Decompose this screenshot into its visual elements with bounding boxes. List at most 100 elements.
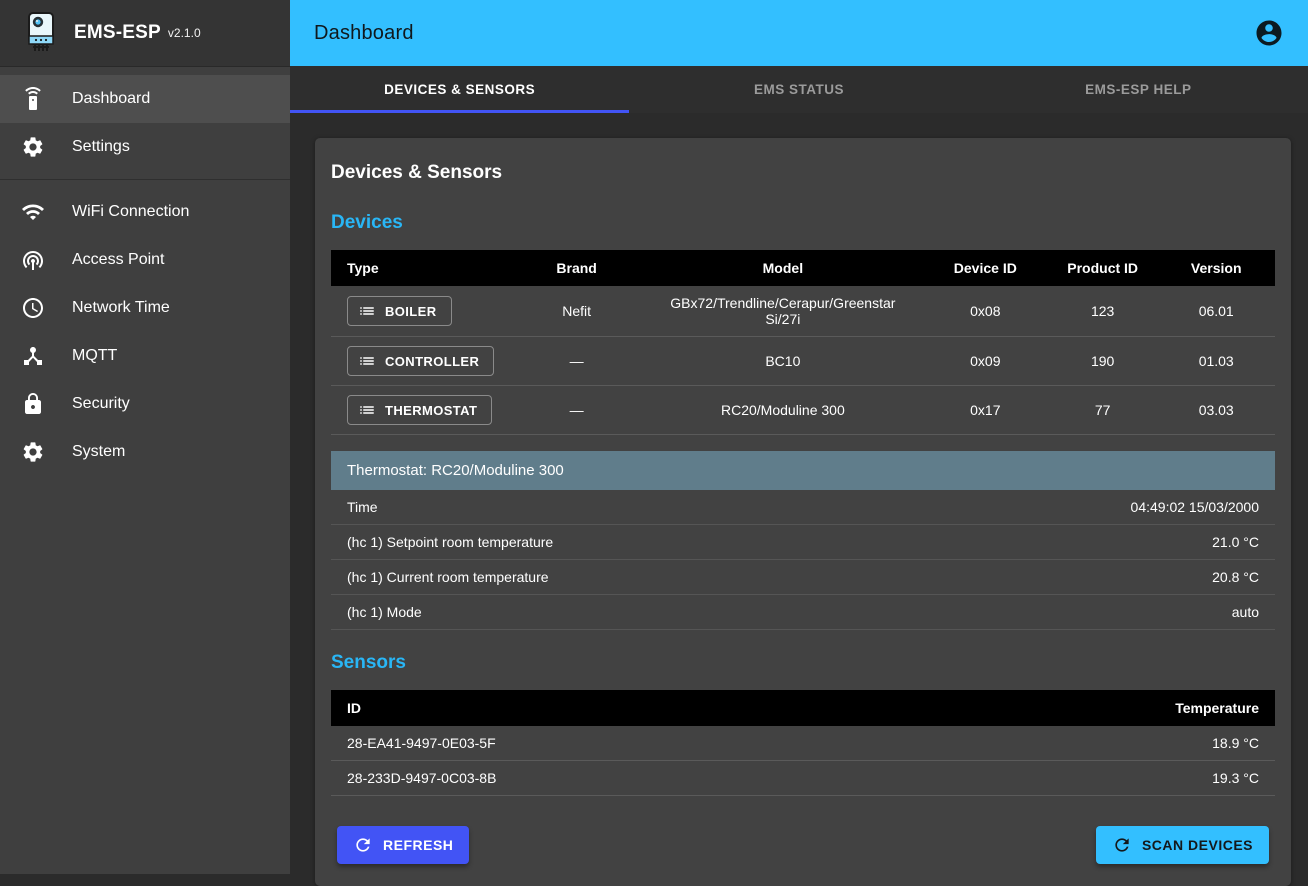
gear-icon [21,440,45,464]
device-brand: Nefit [510,286,643,337]
column-header-product-id: Product ID [1048,250,1158,286]
device-product-id: 190 [1048,337,1158,386]
device-id: 0x17 [923,386,1048,435]
clock-icon [21,296,45,320]
detail-row: (hc 1) Setpoint room temperature 21.0 °C [331,525,1275,560]
device-row-boiler: BOILER Nefit GBx72/Trendline/Cerapur/Gre… [331,286,1275,337]
sensor-row: 28-EA41-9497-0E03-5F 18.9 °C [331,726,1275,761]
detail-row: (hc 1) Mode auto [331,595,1275,630]
sidebar-nav: Dashboard Settings WiFi Connection Acces [0,67,290,476]
sidebar-item-system[interactable]: System [0,428,290,476]
sidebar-item-wifi-connection[interactable]: WiFi Connection [0,188,290,236]
sidebar-section-divider [0,179,290,180]
tab-label: EMS-ESP HELP [1085,82,1191,97]
device-model: GBx72/Trendline/Cerapur/Greenstar Si/27i [643,286,923,337]
tab-ems-esp-help[interactable]: EMS-ESP HELP [969,66,1308,113]
device-details-header: Thermostat: RC20/Moduline 300 [331,451,1275,490]
device-type-button-controller[interactable]: CONTROLLER [347,346,494,376]
sidebar-item-label: Security [72,395,130,413]
tab-devices-sensors[interactable]: DEVICES & SENSORS [290,66,629,113]
device-id: 0x08 [923,286,1048,337]
device-version: 06.01 [1157,286,1275,337]
detail-value: auto [1232,604,1259,620]
sidebar-item-label: Access Point [72,251,164,269]
device-brand: — [510,386,643,435]
account-circle-icon[interactable] [1254,18,1284,48]
list-icon [358,302,376,320]
settings-remote-icon [21,87,45,111]
detail-row: Time 04:49:02 15/03/2000 [331,490,1275,525]
sensor-temperature: 19.3 °C [907,761,1275,796]
refresh-icon [353,835,373,855]
device-row-thermostat: THERMOSTAT — RC20/Moduline 300 0x17 77 0… [331,386,1275,435]
device-type-label: BOILER [385,304,437,319]
device-type-button-boiler[interactable]: BOILER [347,296,452,326]
device-model: BC10 [643,337,923,386]
refresh-button-label: REFRESH [383,837,453,853]
sensor-row: 28-233D-9497-0C03-8B 19.3 °C [331,761,1275,796]
sidebar-item-settings[interactable]: Settings [0,123,290,171]
scan-devices-button[interactable]: SCAN DEVICES [1096,826,1269,864]
sidebar-item-label: MQTT [72,347,117,365]
appbar: Dashboard [290,0,1308,66]
lock-icon [21,392,45,416]
ems-esp-logo-icon [22,10,60,56]
device-model: RC20/Moduline 300 [643,386,923,435]
content-area: Devices & Sensors Devices Type Brand Mod… [290,113,1308,886]
app-name: EMS-ESP [74,22,161,44]
device-id: 0x09 [923,337,1048,386]
sensor-id: 28-EA41-9497-0E03-5F [331,726,907,761]
device-hub-icon [21,344,45,368]
device-type-label: CONTROLLER [385,354,479,369]
devices-table-header-row: Type Brand Model Device ID Product ID Ve… [331,250,1275,286]
sensors-table-header-row: ID Temperature [331,690,1275,726]
sidebar-item-label: WiFi Connection [72,203,189,221]
refresh-icon [1112,835,1132,855]
devices-sensors-card: Devices & Sensors Devices Type Brand Mod… [315,138,1291,886]
refresh-button[interactable]: REFRESH [337,826,469,864]
device-version: 03.03 [1157,386,1275,435]
tab-ems-status[interactable]: EMS STATUS [629,66,968,113]
sidebar-item-mqtt[interactable]: MQTT [0,332,290,380]
detail-value: 20.8 °C [1212,569,1259,585]
sidebar-item-label: Dashboard [72,90,150,108]
sidebar-item-dashboard[interactable]: Dashboard [0,75,290,123]
tab-label: EMS STATUS [754,82,844,97]
sidebar-item-access-point[interactable]: Access Point [0,236,290,284]
column-header-temperature: Temperature [907,690,1275,726]
page-title: Dashboard [314,22,414,45]
device-product-id: 77 [1048,386,1158,435]
wifi-icon [21,200,45,224]
device-details-list: Time 04:49:02 15/03/2000 (hc 1) Setpoint… [331,490,1275,630]
detail-label: (hc 1) Mode [347,604,422,620]
list-icon [358,401,376,419]
sidebar: EMS-ESP v2.1.0 Dashboard Settings [0,0,290,874]
device-brand: — [510,337,643,386]
column-header-device-id: Device ID [923,250,1048,286]
main-column: Dashboard DEVICES & SENSORS EMS STATUS E… [290,0,1308,874]
column-header-type: Type [331,250,510,286]
device-type-button-thermostat[interactable]: THERMOSTAT [347,395,492,425]
sidebar-item-security[interactable]: Security [0,380,290,428]
tab-bar: DEVICES & SENSORS EMS STATUS EMS-ESP HEL… [290,66,1308,113]
detail-value: 04:49:02 15/03/2000 [1131,499,1259,515]
sidebar-header: EMS-ESP v2.1.0 [0,0,290,66]
wifi-tethering-icon [21,248,45,272]
column-header-model: Model [643,250,923,286]
gear-icon [21,135,45,159]
sidebar-item-label: Network Time [72,299,170,317]
actions-row: REFRESH SCAN DEVICES [337,826,1269,864]
device-product-id: 123 [1048,286,1158,337]
device-type-label: THERMOSTAT [385,403,477,418]
devices-heading: Devices [331,212,1275,234]
device-row-controller: CONTROLLER — BC10 0x09 190 01.03 [331,337,1275,386]
device-version: 01.03 [1157,337,1275,386]
detail-value: 21.0 °C [1212,534,1259,550]
detail-label: (hc 1) Current room temperature [347,569,549,585]
list-icon [358,352,376,370]
sidebar-item-label: Settings [72,138,130,156]
sidebar-item-network-time[interactable]: Network Time [0,284,290,332]
detail-row: (hc 1) Current room temperature 20.8 °C [331,560,1275,595]
app-root: EMS-ESP v2.1.0 Dashboard Settings [0,0,1308,874]
sensors-table: ID Temperature 28-EA41-9497-0E03-5F 18.9… [331,690,1275,796]
